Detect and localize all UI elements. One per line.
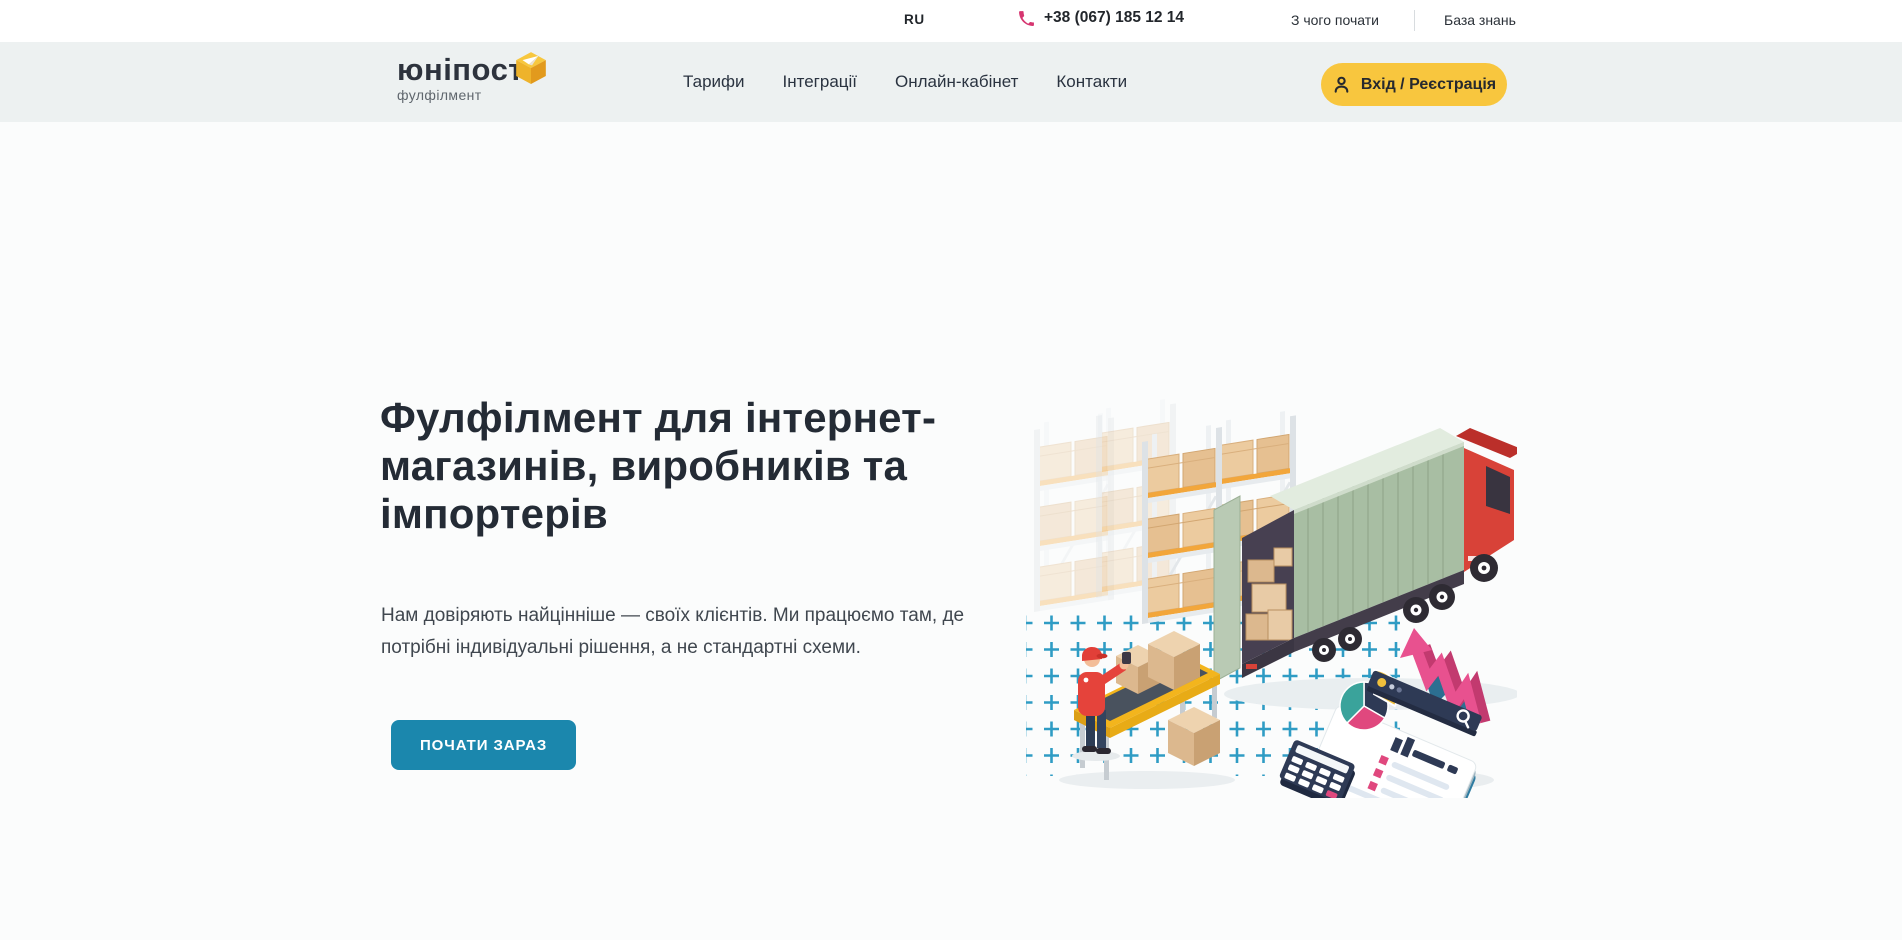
nav-integrations[interactable]: Інтеграції [783, 72, 858, 92]
title-line-1: Фулфілмент для інтернет- [380, 394, 936, 442]
nav-contacts[interactable]: Контакти [1056, 72, 1127, 92]
title-line-3: імпортерів [380, 490, 936, 538]
nav-online-cabinet[interactable]: Онлайн-кабінет [895, 72, 1018, 92]
topbar: RU +38 (067) 185 12 14 З чого почати Баз… [0, 0, 1902, 42]
title-line-2: магазинів, виробників та [380, 442, 936, 490]
warehouse-illustration [1012, 398, 1517, 798]
hero-section: Фулфілмент для інтернет- магазинів, виро… [0, 122, 1902, 940]
login-register-label: Вхід / Реєстрація [1361, 76, 1496, 94]
language-selector[interactable]: RU [904, 12, 925, 27]
logo[interactable]: юніпост фулфілмент [397, 54, 524, 103]
phone-link[interactable]: +38 (067) 185 12 14 [1018, 9, 1184, 27]
start-now-button[interactable]: ПОЧАТИ ЗАРАЗ [391, 720, 576, 770]
user-icon [1332, 75, 1351, 94]
description-line-1: Нам довіряють найцінніше — своїх клієнті… [381, 600, 964, 632]
logo-name: юніпост [397, 54, 524, 86]
phone-number: +38 (067) 185 12 14 [1044, 9, 1184, 27]
topbar-link-knowledge-base[interactable]: База знань [1444, 12, 1516, 28]
page-title: Фулфілмент для інтернет- магазинів, виро… [380, 394, 936, 538]
hero-description: Нам довіряють найцінніше — своїх клієнті… [381, 600, 964, 664]
topbar-divider [1414, 10, 1415, 31]
phone-icon [1018, 10, 1035, 27]
description-line-2: потрібні індивідуальні рішення, а не ста… [381, 632, 964, 664]
logo-tagline: фулфілмент [397, 87, 524, 103]
login-register-button[interactable]: Вхід / Реєстрація [1321, 63, 1507, 106]
cube-icon [513, 49, 549, 85]
main-nav: Тарифи Інтеграції Онлайн-кабінет Контакт… [683, 42, 1127, 122]
topbar-link-get-started[interactable]: З чого почати [1291, 12, 1379, 28]
nav-tariffs[interactable]: Тарифи [683, 72, 745, 92]
header: юніпост фулфілмент Тарифи Інтеграції Онл… [0, 42, 1902, 122]
